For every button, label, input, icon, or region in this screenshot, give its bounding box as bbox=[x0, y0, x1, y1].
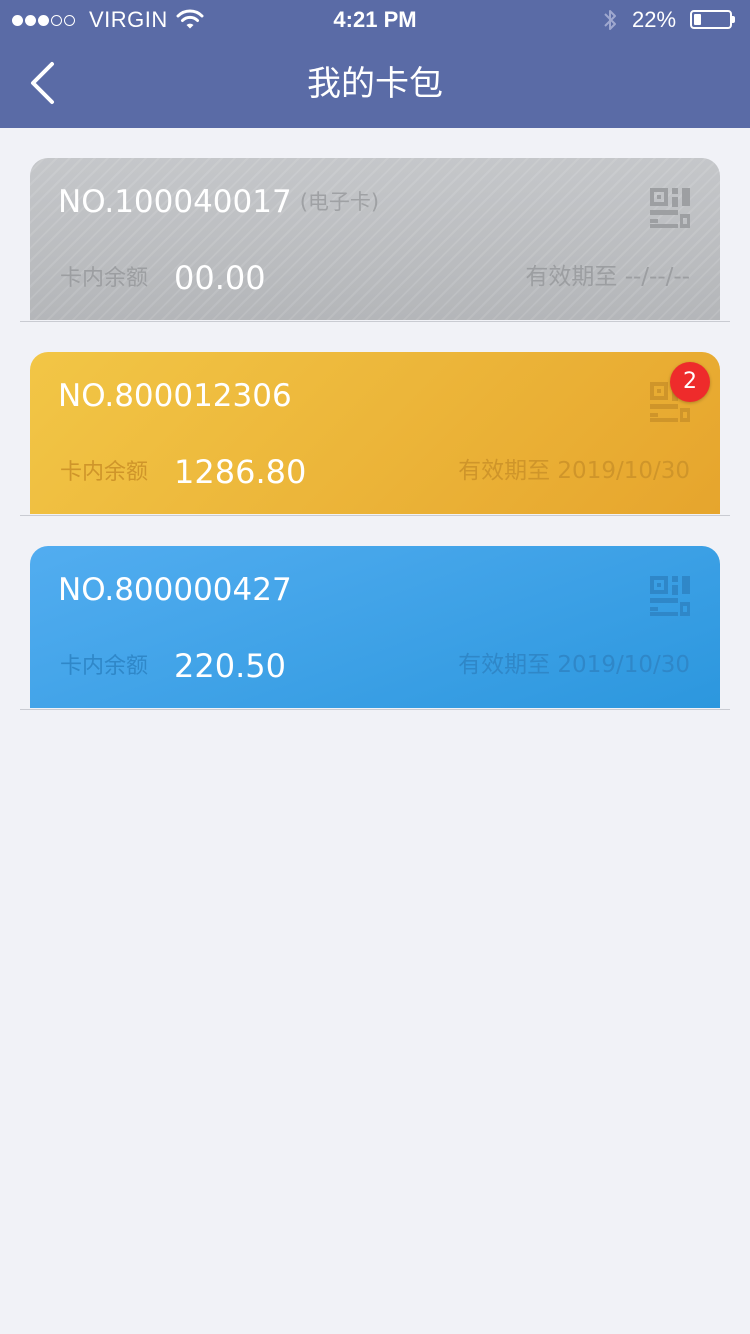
expiry-info: 有效期至 2019/10/30 bbox=[458, 650, 690, 680]
card-number-row: NO.800012306 bbox=[58, 376, 292, 416]
expiry-label: 有效期至 bbox=[458, 458, 551, 484]
nav-header: VIRGIN 4:21 PM 22% 我的卡包 bbox=[0, 0, 750, 128]
qr-code-icon[interactable] bbox=[650, 576, 690, 616]
expiry-date: --/--/-- bbox=[624, 264, 690, 290]
card-item: NO.800012306 2 卡内余额 1286.80 有效期至 2019/10… bbox=[0, 352, 750, 516]
expiry-date: 2019/10/30 bbox=[557, 652, 690, 678]
qr-code-icon[interactable] bbox=[650, 188, 690, 228]
card-item: NO.800000427 卡内余额 220.50 有效期至 2019/10/30 bbox=[0, 546, 750, 710]
membership-card[interactable]: NO.800000427 卡内余额 220.50 有效期至 2019/10/30 bbox=[30, 546, 720, 708]
card-number-row: NO.800000427 bbox=[58, 570, 292, 610]
balance-value: 1286.80 bbox=[174, 453, 307, 491]
balance-value: 00.00 bbox=[174, 259, 266, 297]
divider bbox=[20, 515, 730, 516]
balance-label: 卡内余额 bbox=[60, 460, 149, 485]
card-item: NO.100040017 (电子卡) 卡内余额 00.00 有效期至 --/--… bbox=[0, 158, 750, 322]
expiry-label: 有效期至 bbox=[458, 652, 551, 678]
bluetooth-icon bbox=[604, 10, 616, 30]
status-bar: VIRGIN 4:21 PM 22% bbox=[0, 0, 750, 40]
expiry-label: 有效期至 bbox=[525, 264, 618, 290]
divider bbox=[20, 709, 730, 710]
card-type-tag: (电子卡) bbox=[299, 190, 380, 214]
card-number: NO.100040017 bbox=[58, 184, 292, 220]
expiry-info: 有效期至 2019/10/30 bbox=[458, 456, 690, 486]
card-number-row: NO.100040017 (电子卡) bbox=[58, 182, 379, 222]
balance-label: 卡内余额 bbox=[60, 654, 149, 679]
card-number: NO.800000427 bbox=[58, 572, 292, 608]
page-title: 我的卡包 bbox=[307, 64, 443, 104]
divider bbox=[20, 321, 730, 322]
expiry-info: 有效期至 --/--/-- bbox=[525, 262, 690, 292]
notification-badge: 2 bbox=[670, 362, 710, 402]
expiry-date: 2019/10/30 bbox=[557, 458, 690, 484]
balance-label: 卡内余额 bbox=[60, 266, 149, 291]
card-number: NO.800012306 bbox=[58, 378, 292, 414]
battery-level bbox=[694, 14, 701, 25]
card-list: NO.100040017 (电子卡) 卡内余额 00.00 有效期至 --/--… bbox=[0, 128, 750, 710]
battery-percentage: 22% bbox=[632, 7, 677, 32]
balance-value: 220.50 bbox=[174, 647, 286, 685]
membership-card[interactable]: NO.100040017 (电子卡) 卡内余额 00.00 有效期至 --/--… bbox=[30, 158, 720, 320]
battery-icon bbox=[690, 10, 735, 29]
membership-card[interactable]: NO.800012306 2 卡内余额 1286.80 有效期至 2019/10… bbox=[30, 352, 720, 514]
